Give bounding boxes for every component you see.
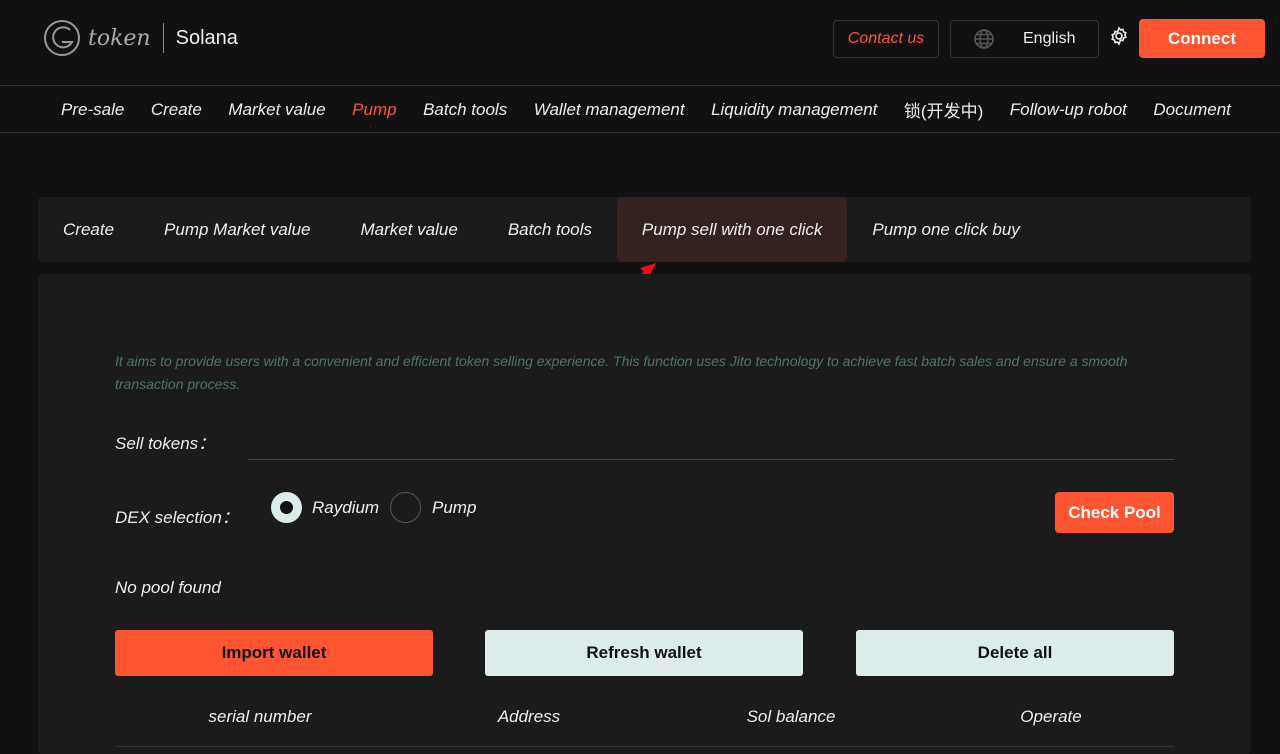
header: token Solana Contact us English Connect (0, 0, 1280, 86)
divider (162, 23, 164, 53)
nav-create[interactable]: Create (151, 100, 202, 120)
check-pool-button[interactable]: Check Pool (1055, 492, 1174, 533)
chain-name: Solana (175, 26, 238, 49)
tab-pump-market-value[interactable]: Pump Market value (139, 197, 335, 262)
nav-market-value[interactable]: Market value (228, 100, 325, 120)
nav-batch-tools[interactable]: Batch tools (423, 100, 507, 120)
radio-pump-label[interactable]: Pump (432, 498, 476, 518)
sell-tokens-input[interactable] (248, 424, 1174, 460)
column-serial-number: serial number (208, 707, 312, 726)
logo-text: token (88, 25, 151, 51)
radio-pump[interactable] (390, 492, 421, 523)
tab-create[interactable]: Create (38, 197, 139, 262)
nav-pre-sale[interactable]: Pre-sale (61, 100, 124, 120)
nav-follow-up-robot[interactable]: Follow-up robot (1010, 100, 1127, 120)
tab-pump-one-click-buy[interactable]: Pump one click buy (847, 197, 1044, 262)
sell-panel: It aims to provide users with a convenie… (38, 274, 1251, 754)
nav-liquidity-management[interactable]: Liquidity management (711, 100, 877, 120)
dex-selection-label: DEX selection： (115, 508, 239, 527)
logo[interactable]: token Solana (42, 18, 238, 58)
gear-icon[interactable] (1109, 26, 1129, 46)
nav-wallet-management[interactable]: Wallet management (534, 100, 685, 120)
tab-batch-tools[interactable]: Batch tools (483, 197, 617, 262)
description: It aims to provide users with a convenie… (115, 353, 1128, 392)
nav-lock[interactable]: 锁(开发中) (904, 97, 983, 122)
tab-pump-sell-one-click[interactable]: Pump sell with one click (616, 197, 848, 262)
contact-us-button[interactable]: Contact us (833, 20, 939, 58)
sell-tokens-label: Sell tokens： (115, 434, 216, 453)
import-wallet-button[interactable]: Import wallet (115, 630, 433, 676)
main-nav: Pre-sale Create Market value Pump Batch … (0, 87, 1280, 133)
radio-raydium-label[interactable]: Raydium (312, 498, 379, 518)
delete-all-button[interactable]: Delete all (856, 630, 1174, 676)
tab-market-value[interactable]: Market value (335, 197, 482, 262)
connect-button[interactable]: Connect (1139, 19, 1265, 58)
sub-tabs: Create Pump Market value Market value Ba… (38, 197, 1251, 262)
nav-document[interactable]: Document (1153, 100, 1230, 120)
logo-icon (44, 20, 80, 56)
radio-raydium[interactable] (271, 492, 302, 523)
column-sol-balance: Sol balance (746, 707, 836, 726)
language-label: English (1023, 30, 1076, 47)
pool-status: No pool found (115, 578, 221, 597)
globe-icon (974, 29, 994, 49)
column-operate: Operate (1020, 707, 1082, 726)
refresh-wallet-button[interactable]: Refresh wallet (485, 630, 803, 676)
table-divider (115, 746, 1174, 747)
column-address: Address (497, 707, 561, 726)
nav-pump[interactable]: Pump (352, 100, 396, 120)
language-select[interactable]: English (950, 20, 1099, 58)
